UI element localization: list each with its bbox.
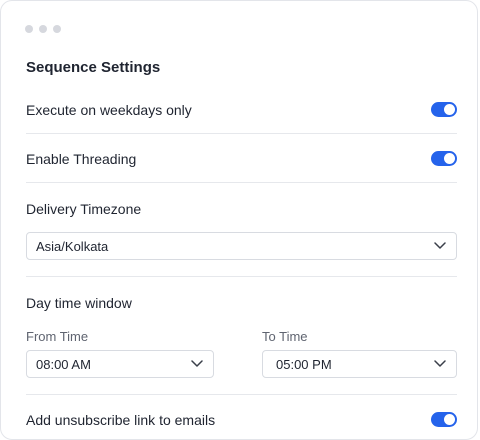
divider: [26, 182, 457, 183]
to-time-select[interactable]: 05:00 PM: [262, 350, 457, 378]
chevron-down-icon: [434, 360, 446, 367]
toggle-knob: [444, 153, 455, 164]
from-time-value: 08:00 AM: [36, 357, 91, 372]
threading-label: Enable Threading: [26, 151, 137, 167]
toggle-knob: [444, 414, 455, 425]
divider: [26, 276, 457, 277]
panel-title: Sequence Settings: [26, 59, 161, 76]
time-window-label: Day time window: [26, 295, 132, 311]
weekdays-toggle[interactable]: [431, 102, 457, 117]
from-time-label: From Time: [26, 329, 89, 344]
window-dots-icon: [25, 25, 61, 33]
divider: [26, 133, 457, 134]
timezone-value: Asia/Kolkata: [36, 239, 109, 254]
timezone-label: Delivery Timezone: [26, 201, 142, 217]
window-dot: [25, 25, 33, 33]
to-time-value: 05:00 PM: [276, 357, 332, 372]
threading-toggle[interactable]: [431, 151, 457, 166]
chevron-down-icon: [434, 242, 446, 249]
divider: [26, 394, 457, 395]
to-time-label: To Time: [262, 329, 308, 344]
sequence-settings-panel: Sequence Settings Execute on weekdays on…: [0, 0, 478, 440]
weekdays-label: Execute on weekdays only: [26, 102, 192, 118]
window-dot: [53, 25, 61, 33]
from-time-select[interactable]: 08:00 AM: [26, 350, 214, 378]
timezone-select[interactable]: Asia/Kolkata: [26, 232, 457, 260]
unsubscribe-label: Add unsubscribe link to emails: [26, 412, 216, 428]
window-dot: [39, 25, 47, 33]
unsubscribe-toggle[interactable]: [431, 412, 457, 427]
chevron-down-icon: [191, 360, 203, 367]
toggle-knob: [444, 104, 455, 115]
